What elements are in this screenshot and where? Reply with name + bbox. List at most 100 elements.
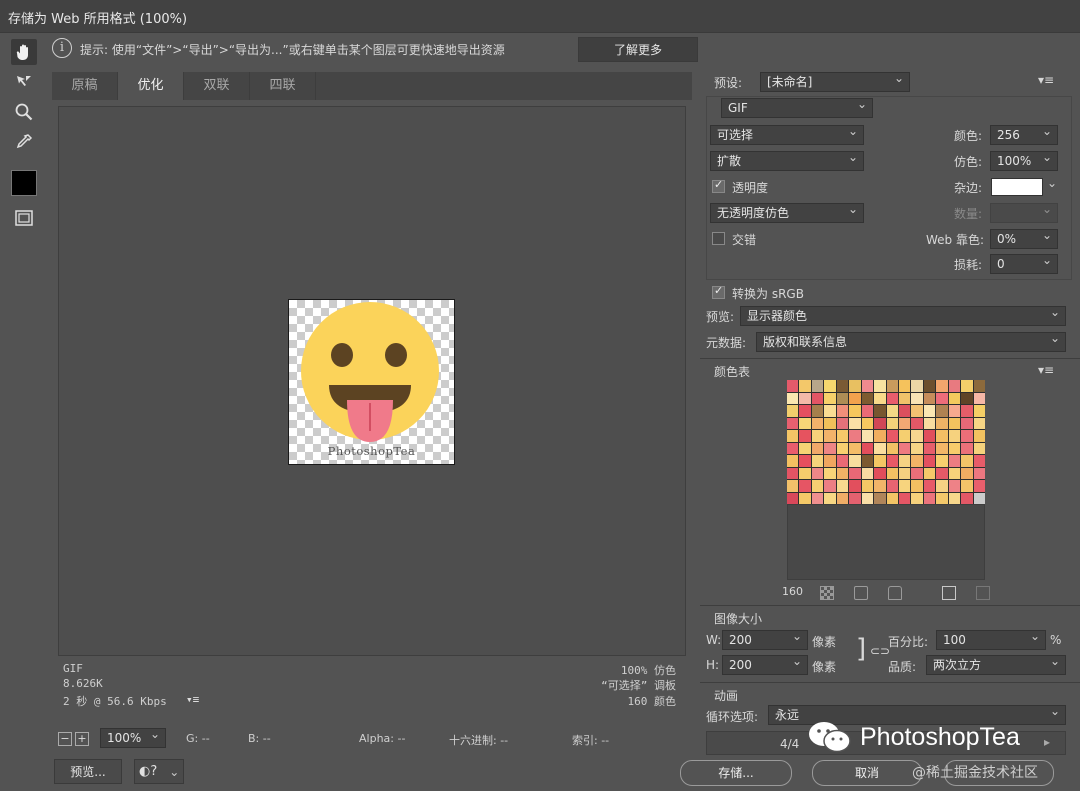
tab-original[interactable]: 原稿 [52,72,118,100]
color-swatch[interactable] [973,492,985,504]
color-swatch[interactable] [886,405,898,417]
height-input[interactable]: 200 [722,655,808,675]
color-swatch[interactable] [811,417,824,429]
matte-chevron-down-icon[interactable]: ⌄ [1047,176,1057,190]
color-swatch[interactable] [973,480,985,492]
color-swatch[interactable] [874,392,886,404]
color-swatch[interactable] [836,492,849,504]
color-swatch[interactable] [787,455,799,467]
color-swatch[interactable] [948,492,961,504]
lock-color-icon[interactable] [888,586,902,600]
color-swatch[interactable] [799,405,811,417]
download-speed-menu-icon[interactable]: ▾≡ [186,693,199,706]
color-swatch[interactable] [961,455,973,467]
color-swatch[interactable] [961,442,973,454]
color-swatch[interactable] [961,480,973,492]
color-swatch[interactable] [898,455,911,467]
color-swatch[interactable] [849,467,861,479]
color-swatch[interactable] [799,442,811,454]
color-swatch[interactable] [936,467,948,479]
color-swatch[interactable] [936,480,948,492]
color-swatch[interactable] [973,442,985,454]
tab-4-up[interactable]: 四联 [250,72,316,100]
zoom-out-button[interactable]: − [58,732,72,746]
color-swatch[interactable] [824,417,836,429]
transparency-checkbox[interactable] [712,178,725,193]
file-format-select[interactable]: GIF [721,98,873,118]
percent-input[interactable]: 100 [936,630,1046,650]
color-swatch[interactable] [923,405,936,417]
color-swatch[interactable] [874,480,886,492]
color-swatch[interactable] [799,480,811,492]
save-button[interactable]: 存储... [680,760,792,786]
preset-select[interactable]: [未命名] [760,72,910,92]
color-swatch[interactable] [811,467,824,479]
color-swatch[interactable] [836,467,849,479]
delete-color-trash-icon[interactable] [976,586,990,600]
color-swatch[interactable] [824,492,836,504]
web-snap-select[interactable]: 0% [990,229,1058,249]
color-swatch[interactable] [961,467,973,479]
color-swatch[interactable] [836,380,849,392]
color-swatch[interactable] [886,467,898,479]
color-swatch[interactable] [861,392,874,404]
color-swatch[interactable] [811,492,824,504]
quality-select[interactable]: 两次立方 [926,655,1066,675]
color-swatch[interactable] [961,492,973,504]
color-swatch[interactable] [898,405,911,417]
color-swatch[interactable] [836,455,849,467]
color-swatch[interactable] [787,405,799,417]
color-swatch[interactable] [936,455,948,467]
color-swatch[interactable] [861,492,874,504]
color-swatch[interactable] [799,492,811,504]
color-swatch[interactable] [948,392,961,404]
color-swatch[interactable] [799,430,811,442]
color-swatch[interactable] [973,380,985,392]
interlace-checkbox[interactable] [712,232,725,245]
color-swatch[interactable] [836,405,849,417]
color-swatch[interactable] [898,442,911,454]
color-swatch[interactable] [799,455,811,467]
color-swatch[interactable] [898,380,911,392]
color-swatch[interactable] [861,455,874,467]
color-swatch[interactable] [911,380,923,392]
color-swatch[interactable] [911,492,923,504]
matte-color-swatch[interactable] [991,178,1043,196]
color-swatch[interactable] [973,467,985,479]
zoom-tool-icon[interactable] [11,99,37,125]
toggle-slices-visibility-icon[interactable] [11,205,37,231]
color-swatch[interactable] [898,392,911,404]
color-swatch[interactable] [886,417,898,429]
color-swatch[interactable] [836,417,849,429]
color-swatch[interactable] [874,492,886,504]
color-swatch[interactable] [824,467,836,479]
color-swatch[interactable] [787,442,799,454]
color-swatch[interactable] [824,430,836,442]
colors-select[interactable]: 256 [990,125,1058,145]
color-swatch[interactable] [787,467,799,479]
color-swatch[interactable] [861,480,874,492]
color-swatch[interactable] [923,417,936,429]
color-swatch[interactable] [836,480,849,492]
dither-algorithm-select[interactable]: 扩散 [710,151,864,171]
amount-select[interactable] [990,203,1058,223]
color-swatch[interactable] [923,467,936,479]
browser-select[interactable]: ◐? ⌄ [134,759,184,784]
color-table-menu-icon[interactable]: ▾≡ [1038,363,1054,377]
color-swatch[interactable] [861,430,874,442]
color-swatch[interactable] [824,442,836,454]
color-swatch[interactable] [898,480,911,492]
color-swatch[interactable] [787,480,799,492]
color-swatch[interactable] [849,480,861,492]
color-swatch[interactable] [849,492,861,504]
color-swatch[interactable] [824,455,836,467]
color-swatch[interactable] [961,430,973,442]
zoom-level-select[interactable]: 100% [100,728,166,748]
color-swatch[interactable] [911,455,923,467]
color-swatch[interactable] [874,380,886,392]
optimize-menu-icon[interactable]: ▾≡ [1038,73,1054,87]
color-swatch[interactable] [948,455,961,467]
color-swatch[interactable] [811,392,824,404]
color-swatch[interactable] [811,455,824,467]
color-swatch[interactable] [973,392,985,404]
